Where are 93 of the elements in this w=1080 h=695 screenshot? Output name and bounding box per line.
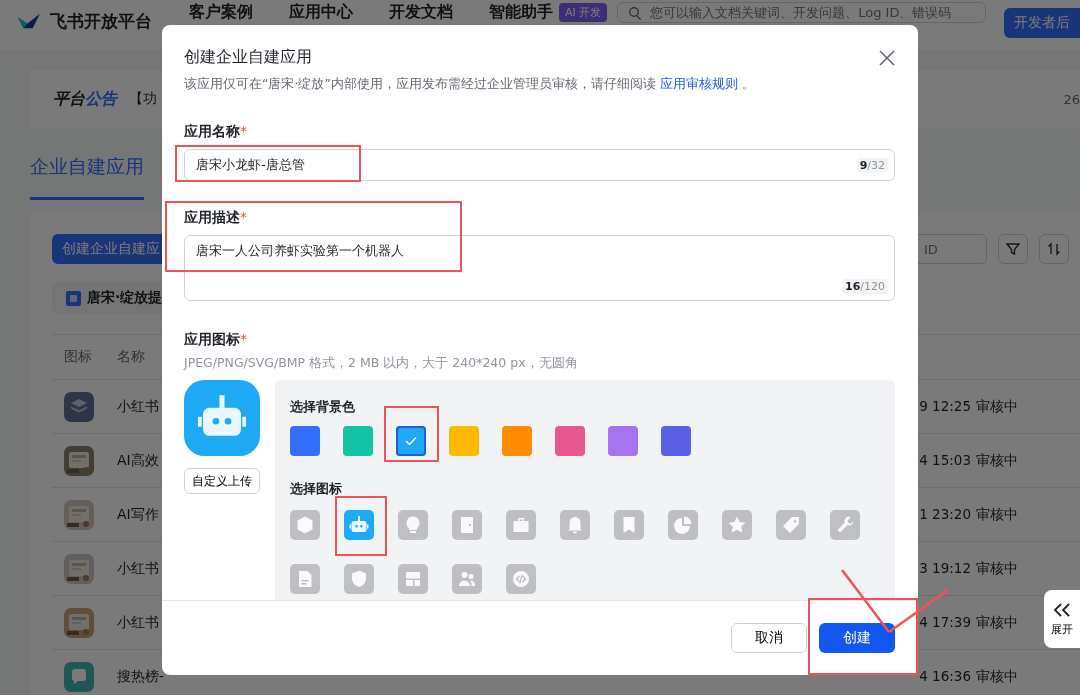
color-swatch[interactable] xyxy=(608,426,638,456)
color-swatch[interactable] xyxy=(343,426,373,456)
field-label: 应用描述 xyxy=(184,209,240,227)
tenant-icon xyxy=(66,290,81,306)
nav-link[interactable]: 客户案例 xyxy=(188,1,253,23)
close-button[interactable] xyxy=(879,49,895,66)
icon-option[interactable] xyxy=(452,510,482,540)
app-name[interactable]: 小红书 xyxy=(117,397,159,416)
search-field[interactable]: 您可以输入文档关键词、开发问题、Log ID、错误码 xyxy=(617,2,986,23)
announcement-title: 公告 xyxy=(85,88,117,110)
app-name[interactable]: 搜热榜- xyxy=(117,667,165,686)
updated-time: 4 17:39 xyxy=(919,613,971,632)
updated-time: 4 15:03 xyxy=(919,451,971,470)
annotation-frame xyxy=(384,406,439,462)
required-mark: * xyxy=(240,123,247,141)
filter-icon xyxy=(1006,242,1020,256)
notice-text: 该应用仅可在“唐宋·绽放”内部使用，应用发布需经过企业管理员审核，请仔细阅读 应用审核规则 。 xyxy=(184,76,756,93)
sort-icon xyxy=(1047,242,1061,256)
color-swatch[interactable] xyxy=(661,426,691,456)
icon-option[interactable] xyxy=(398,564,428,594)
announcement-count: 26 xyxy=(1063,91,1080,107)
required-mark: * xyxy=(240,331,247,349)
icon-option[interactable] xyxy=(830,510,860,540)
double-chevron-icon xyxy=(1052,601,1072,618)
color-swatch[interactable] xyxy=(396,426,426,456)
search-icon xyxy=(628,5,643,20)
close-icon xyxy=(879,49,895,66)
field-label: 应用图标 xyxy=(184,331,240,349)
section-label: 选择图标 xyxy=(290,480,343,498)
check-icon xyxy=(405,436,417,446)
review-status: 审核中 xyxy=(976,559,1018,578)
review-status: 审核中 xyxy=(976,451,1018,470)
icon-option[interactable] xyxy=(344,510,374,540)
updated-time: 9 12:25 xyxy=(919,397,971,416)
sort-button[interactable] xyxy=(1039,234,1069,264)
icon-option[interactable] xyxy=(668,510,698,540)
review-status: 审核中 xyxy=(976,667,1018,686)
layers-icon xyxy=(64,391,94,422)
expand-button[interactable]: 展开 xyxy=(1044,590,1080,648)
required-mark: * xyxy=(240,209,247,227)
app-name[interactable]: 小红书 xyxy=(117,559,159,578)
icon-option[interactable] xyxy=(560,510,590,540)
nav-link[interactable]: 开发文档 xyxy=(388,1,453,23)
annotation-frame xyxy=(335,496,387,556)
announcement-title: 平台 xyxy=(53,88,85,110)
column-header: 名称 xyxy=(117,348,145,366)
color-swatch[interactable] xyxy=(290,426,320,456)
column-header: 图标 xyxy=(63,348,93,366)
field-label: 应用名称 xyxy=(184,123,240,141)
updated-time: 1 23:20 xyxy=(919,505,971,524)
filter-button[interactable] xyxy=(998,234,1028,264)
text-field[interactable]: 唐宋一人公司养虾实验第一个机器人 16/120 xyxy=(184,235,895,301)
icon-option[interactable] xyxy=(344,564,374,594)
updated-time: 4 16:36 xyxy=(919,667,971,686)
tenant-name: 唐宋·绽放提 xyxy=(87,289,163,307)
review-status: 审核中 xyxy=(976,397,1018,416)
icon-option[interactable] xyxy=(776,510,806,540)
chat-icon xyxy=(64,661,94,692)
icon-option[interactable] xyxy=(506,564,536,594)
app-name[interactable]: AI写作 xyxy=(117,505,159,524)
format-hint: JPEG/PNG/SVG/BMP 格式，2 MB 以内，大于 240*240 px，无圆角 xyxy=(184,355,579,372)
icon-option[interactable] xyxy=(290,564,320,594)
nav-link[interactable]: 智能助手 xyxy=(488,1,553,23)
text-field[interactable]: 唐宋小龙虾-唐总管 9/32 xyxy=(184,149,895,181)
ai-badge: AI 开发 xyxy=(558,2,608,22)
character-counter: 16/120 xyxy=(842,279,888,294)
developer-console-button[interactable]: 开发者后 xyxy=(1004,8,1080,38)
cancel-button[interactable]: 取消 xyxy=(731,623,807,653)
site-logo[interactable]: 飞书开放平台 xyxy=(50,10,152,33)
custom-upload-button[interactable]: 自定义上传 xyxy=(184,468,260,494)
expand-label: 展开 xyxy=(1051,621,1073,637)
dialog-title: 创建企业自建应用 xyxy=(184,47,312,68)
icon-option[interactable] xyxy=(452,564,482,594)
icon-option[interactable] xyxy=(290,510,320,540)
icon-option[interactable] xyxy=(614,510,644,540)
color-swatch[interactable] xyxy=(555,426,585,456)
review-status: 审核中 xyxy=(976,613,1018,632)
icon-option[interactable] xyxy=(398,510,428,540)
section-label: 选择背景色 xyxy=(290,398,356,416)
create-button[interactable]: 创建 xyxy=(819,623,895,653)
app-name[interactable]: AI高效 xyxy=(117,451,159,470)
review-status: 审核中 xyxy=(976,505,1018,524)
nav-link[interactable]: 应用中心 xyxy=(288,1,353,23)
app-name[interactable]: 小红书 xyxy=(117,613,159,632)
color-swatch[interactable] xyxy=(502,426,532,456)
announcement-text[interactable]: 【功 xyxy=(129,90,157,108)
review-rules-link[interactable]: 应用审核规则 xyxy=(659,76,738,91)
tab[interactable]: 企业自建应用 xyxy=(30,154,144,200)
icon-option[interactable] xyxy=(722,510,752,540)
character-counter: 9/32 xyxy=(856,157,888,173)
icon-option[interactable] xyxy=(506,510,536,540)
color-swatch[interactable] xyxy=(449,426,479,456)
updated-time: 3 19:12 xyxy=(919,559,971,578)
